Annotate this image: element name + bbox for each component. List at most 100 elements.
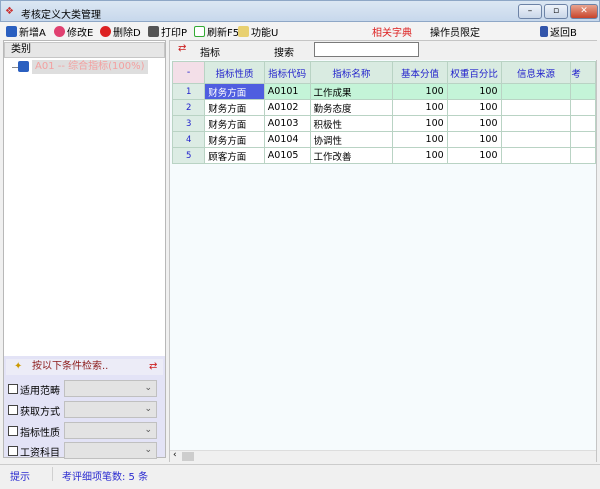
search-input[interactable] xyxy=(314,42,419,57)
extra-cell[interactable] xyxy=(570,99,596,116)
refresh-button[interactable]: 刷新F5 xyxy=(194,24,239,39)
row-index[interactable]: 1 xyxy=(171,83,206,100)
filter-row: 指标性质 ⌄ xyxy=(8,422,157,440)
row-index[interactable]: 4 xyxy=(171,131,206,148)
scroll-left-arrow-icon[interactable]: ‹ xyxy=(173,450,177,460)
add-button[interactable]: 新增A xyxy=(6,24,46,39)
column-header[interactable]: 指标名称 xyxy=(309,61,394,84)
table-row[interactable]: 1 财务方面 A0101 工作成果 100 100 xyxy=(171,83,596,100)
column-header[interactable]: 指标代码 xyxy=(263,61,311,84)
print-button[interactable]: 打印P xyxy=(148,24,187,39)
filter-row: 工资科目 ⌄ xyxy=(8,442,157,460)
base-score[interactable]: 100 xyxy=(392,83,448,100)
indicator-name[interactable]: 积极性 xyxy=(309,115,394,132)
base-score[interactable]: 100 xyxy=(392,115,448,132)
row-index[interactable]: 3 xyxy=(171,115,206,132)
grid-corner[interactable]: - xyxy=(171,61,206,84)
table-row[interactable]: 5 顾客方面 A0105 工作改善 100 100 xyxy=(171,147,596,164)
maximize-button[interactable]: ▫ xyxy=(544,4,568,19)
filter-row: 适用范畴 ⌄ xyxy=(8,380,157,398)
base-score[interactable]: 100 xyxy=(392,99,448,116)
indicator-code[interactable]: A0104 xyxy=(263,131,311,148)
indicator-nature[interactable]: 顾客方面 xyxy=(204,147,265,164)
condition-search-header[interactable]: ✦ 按以下条件检索.. ⇄ xyxy=(6,359,163,375)
delete-button[interactable]: 删除D xyxy=(100,24,141,39)
back-button[interactable]: 返回B xyxy=(540,24,577,39)
info-source[interactable] xyxy=(500,115,572,132)
column-header[interactable]: 信息来源 xyxy=(500,61,572,84)
indicator-name[interactable]: 工作改善 xyxy=(309,147,394,164)
extra-cell[interactable] xyxy=(570,131,596,148)
table-row[interactable]: 2 财务方面 A0102 勤务态度 100 100 xyxy=(171,99,596,116)
filter-checkbox[interactable] xyxy=(8,405,18,415)
column-header[interactable]: 考 xyxy=(570,61,596,84)
column-header[interactable]: 权重百分比 xyxy=(446,61,502,84)
indicator-code[interactable]: A0105 xyxy=(263,147,311,164)
add-label: 新增A xyxy=(19,28,46,39)
indicator-name[interactable]: 工作成果 xyxy=(309,83,394,100)
scrollbar-thumb[interactable] xyxy=(182,452,194,461)
extra-cell[interactable] xyxy=(570,83,596,100)
dictionary-button[interactable]: 相关字典 xyxy=(372,24,412,39)
indicator-name[interactable]: 协调性 xyxy=(309,131,394,148)
indicator-code[interactable]: A0102 xyxy=(263,99,311,116)
weight-percent[interactable]: 100 xyxy=(446,99,502,116)
indicator-name[interactable]: 勤务态度 xyxy=(309,99,394,116)
table-row[interactable]: 4 财务方面 A0104 协调性 100 100 xyxy=(171,131,596,148)
column-header[interactable]: 指标性质 xyxy=(204,61,265,84)
filter-checkbox[interactable] xyxy=(8,446,18,456)
delete-icon xyxy=(100,26,111,37)
filter-select[interactable]: ⌄ xyxy=(64,422,157,439)
table-row[interactable]: 3 财务方面 A0103 积极性 100 100 xyxy=(171,115,596,132)
column-header[interactable]: 基本分值 xyxy=(392,61,448,84)
base-score[interactable]: 100 xyxy=(392,147,448,164)
edit-button[interactable]: 修改E xyxy=(54,24,93,39)
indicator-nature[interactable]: 财务方面 xyxy=(204,99,265,116)
indicator-nature[interactable]: 财务方面 xyxy=(204,131,265,148)
weight-percent[interactable]: 100 xyxy=(446,115,502,132)
printer-icon xyxy=(148,26,159,37)
info-source[interactable] xyxy=(500,147,572,164)
base-score[interactable]: 100 xyxy=(392,131,448,148)
indicator-nature[interactable]: 财务方面 xyxy=(204,115,265,132)
search-wizard-icon: ✦ xyxy=(14,361,23,372)
weight-percent[interactable]: 100 xyxy=(446,83,502,100)
filter-label: 适用范畴 xyxy=(20,385,60,397)
indicator-grid: - 指标性质 指标代码 指标名称 基本分值 权重百分比 信息来源 考 1 财务方面… xyxy=(171,61,596,164)
record-count: 考评细项笔数: 5 条 xyxy=(62,472,149,483)
indicator-code[interactable]: A0101 xyxy=(263,83,311,100)
filter-checkbox[interactable] xyxy=(8,426,18,436)
dictionary-label: 相关字典 xyxy=(372,28,412,39)
minimize-button[interactable]: – xyxy=(518,4,542,19)
operator-limit-label: 操作员限定 xyxy=(430,28,480,39)
info-source[interactable] xyxy=(500,83,572,100)
filter-row: 获取方式 ⌄ xyxy=(8,401,157,419)
close-button[interactable]: ✕ xyxy=(570,4,598,19)
indicator-nature[interactable]: 财务方面 xyxy=(204,83,265,100)
extra-cell[interactable] xyxy=(570,115,596,132)
swap-arrows-icon[interactable]: ⇄ xyxy=(178,43,186,54)
weight-percent[interactable]: 100 xyxy=(446,147,502,164)
filter-label: 指标性质 xyxy=(20,427,60,439)
info-source[interactable] xyxy=(500,131,572,148)
function-button[interactable]: 功能U xyxy=(238,24,278,39)
toggle-arrows-icon[interactable]: ⇄ xyxy=(149,359,157,375)
weight-percent[interactable]: 100 xyxy=(446,131,502,148)
filter-select[interactable]: ⌄ xyxy=(64,442,157,459)
refresh-icon xyxy=(194,26,205,37)
refresh-label: 刷新F5 xyxy=(207,28,240,39)
info-source[interactable] xyxy=(500,99,572,116)
extra-cell[interactable] xyxy=(570,147,596,164)
function-label: 功能U xyxy=(251,28,279,39)
print-label: 打印P xyxy=(161,28,188,39)
operator-limit-button[interactable]: 操作员限定 xyxy=(430,24,480,39)
indicator-label: 指标 xyxy=(200,48,220,59)
horizontal-scrollbar[interactable]: ‹ xyxy=(170,450,596,462)
filter-select[interactable]: ⌄ xyxy=(64,401,157,418)
row-index[interactable]: 5 xyxy=(171,147,206,164)
filter-checkbox[interactable] xyxy=(8,384,18,394)
row-index[interactable]: 2 xyxy=(171,99,206,116)
indicator-code[interactable]: A0103 xyxy=(263,115,311,132)
filter-select[interactable]: ⌄ xyxy=(64,380,157,397)
tree-item-a01[interactable]: A01 -- 综合指标(100%) xyxy=(32,60,148,74)
